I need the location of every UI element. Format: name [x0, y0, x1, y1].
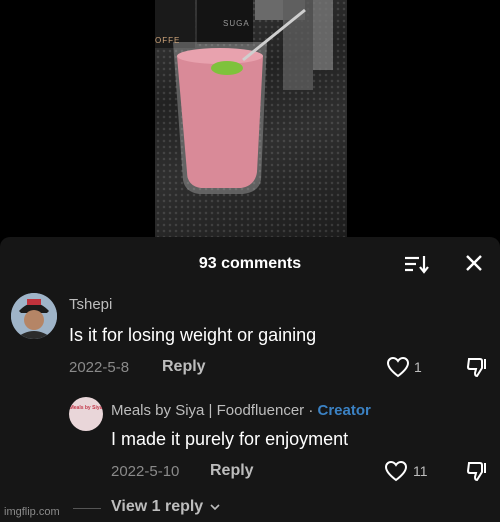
like-count: 1	[414, 359, 422, 375]
reply-button[interactable]: Reply	[162, 358, 206, 376]
jar-label-left: OFFE	[155, 36, 181, 45]
video-player[interactable]: OFFE SUGA	[0, 0, 500, 237]
watermark: imgflip.com	[4, 506, 60, 518]
divider	[73, 508, 101, 509]
like-count: 11	[413, 463, 428, 479]
comment-username[interactable]: Tshepi	[69, 296, 112, 313]
view-replies-button[interactable]: View 1 reply	[111, 498, 220, 516]
close-icon[interactable]	[462, 251, 486, 275]
reply-text: I made it purely for enjoyment	[111, 429, 349, 449]
video-frame: OFFE SUGA	[155, 0, 347, 237]
comment-date: 2022-5-8	[69, 359, 130, 376]
dislike-icon[interactable]	[466, 356, 488, 378]
creator-badge: Creator	[317, 402, 371, 419]
avatar-logo-text: Meals by Siya	[69, 405, 103, 411]
dislike-icon[interactable]	[466, 460, 488, 482]
chevron-down-icon	[210, 504, 220, 510]
heart-icon[interactable]	[384, 460, 408, 482]
heart-icon[interactable]	[386, 356, 410, 378]
avatar[interactable]	[11, 293, 57, 339]
jar-label-right: SUGA	[223, 19, 250, 28]
view-replies-label[interactable]: View 1 reply	[111, 498, 203, 515]
reply-button[interactable]: Reply	[210, 462, 254, 480]
reply-date: 2022-5-10	[111, 463, 180, 480]
reply-username[interactable]: Meals by Siya | Foodfluencer	[111, 402, 304, 419]
comment-text: Is it for losing weight or gaining	[69, 325, 317, 345]
separator-dot: ·	[308, 402, 314, 419]
avatar[interactable]: Meals by Siya	[69, 397, 103, 431]
reply-username-row[interactable]: Meals by Siya | Foodfluencer · Creator	[111, 402, 371, 419]
sort-icon[interactable]	[402, 252, 430, 276]
